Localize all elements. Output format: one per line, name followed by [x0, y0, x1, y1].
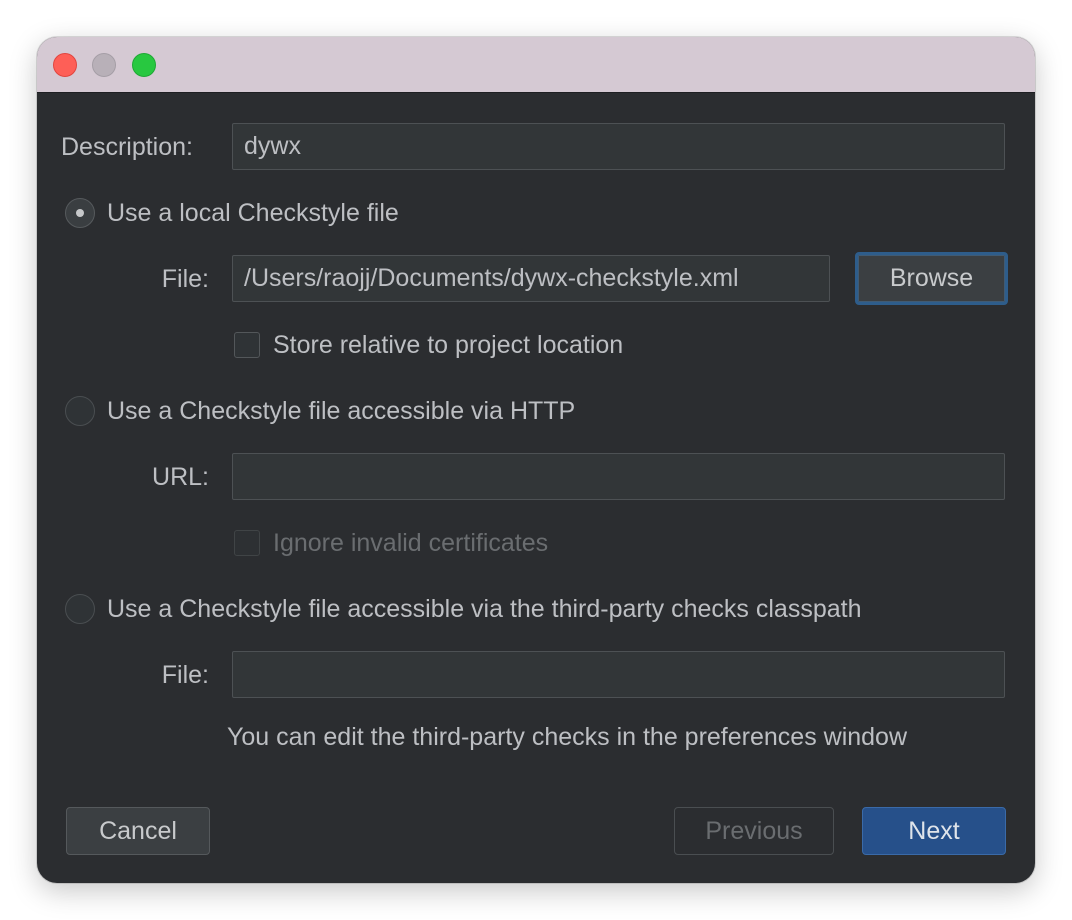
classpath-hint: You can edit the third-party checks in t…	[227, 723, 908, 751]
cancel-button[interactable]: Cancel	[66, 807, 210, 855]
local-file-input[interactable]: /Users/raojj/Documents/dywx-checkstyle.x…	[232, 255, 830, 302]
radio-classpath[interactable]	[65, 594, 95, 624]
description-label: Description:	[61, 133, 193, 161]
radio-local-file[interactable]	[65, 198, 95, 228]
minimize-window-button[interactable]	[92, 53, 116, 77]
previous-button[interactable]: Previous	[674, 807, 834, 855]
radio-classpath-label: Use a Checkstyle file accessible via the…	[107, 595, 862, 623]
ignore-certificates-label: Ignore invalid certificates	[273, 529, 549, 557]
store-relative-checkbox[interactable]	[234, 332, 260, 358]
store-relative-label: Store relative to project location	[273, 331, 624, 359]
radio-http[interactable]	[65, 396, 95, 426]
dialog-content: Description: dywx Use a local Checkstyle…	[37, 93, 1035, 883]
title-bar	[37, 37, 1035, 93]
url-input[interactable]	[232, 453, 1005, 500]
url-label: URL:	[152, 463, 209, 491]
local-file-label: File:	[161, 265, 209, 293]
browse-button[interactable]: Browse	[855, 252, 1008, 305]
description-input[interactable]: dywx	[232, 123, 1005, 170]
maximize-window-button[interactable]	[132, 53, 156, 77]
classpath-file-label: File:	[161, 661, 209, 689]
ignore-certificates-checkbox[interactable]	[234, 530, 260, 556]
radio-http-label: Use a Checkstyle file accessible via HTT…	[107, 397, 576, 425]
next-button[interactable]: Next	[862, 807, 1006, 855]
dialog-window: Description: dywx Use a local Checkstyle…	[37, 37, 1035, 883]
radio-selected-dot	[76, 209, 84, 217]
close-window-button[interactable]	[53, 53, 77, 77]
classpath-file-input[interactable]	[232, 651, 1005, 698]
radio-local-file-label: Use a local Checkstyle file	[107, 199, 399, 227]
